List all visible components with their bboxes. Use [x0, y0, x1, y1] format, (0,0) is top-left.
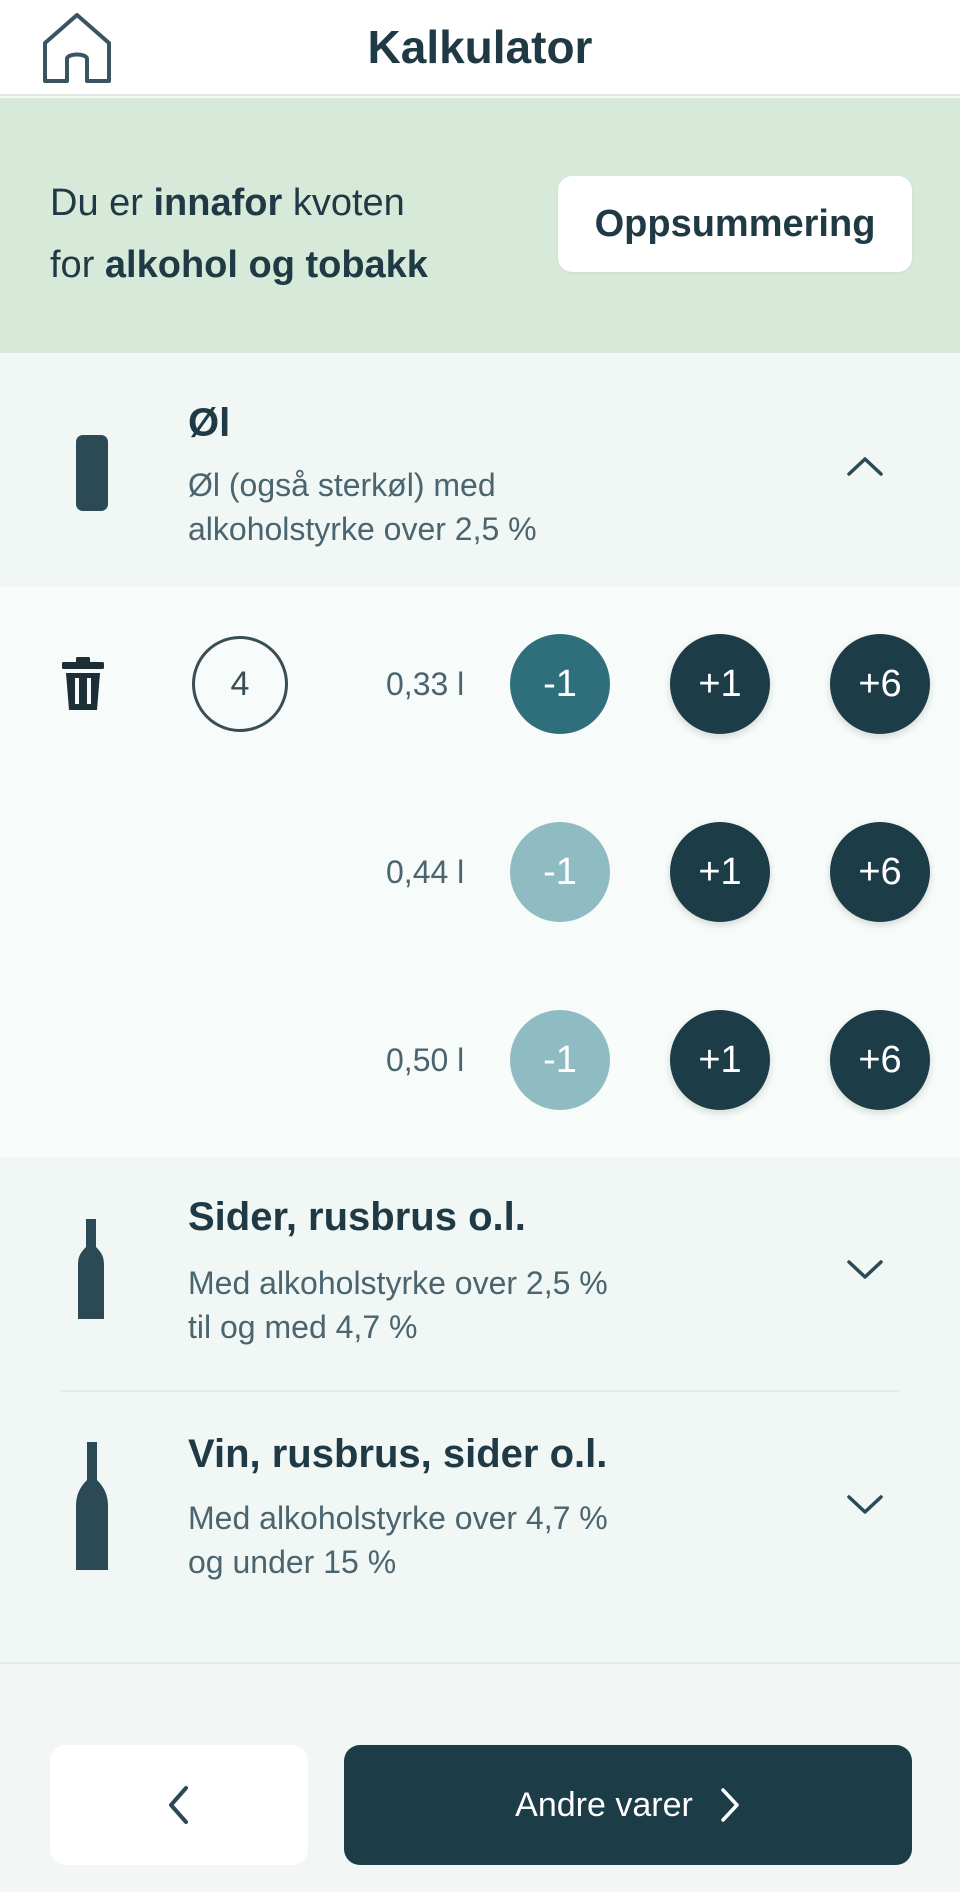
back-button[interactable] [50, 1745, 308, 1865]
plus-six-button[interactable]: +6 [830, 634, 930, 734]
other-goods-button[interactable]: Andre varer [344, 1745, 912, 1865]
category-wine[interactable]: Vin, rusbrus, sider o.l. Med alkoholstyr… [0, 1392, 960, 1662]
plus-six-button[interactable]: +6 [830, 1010, 930, 1110]
minus-one-button[interactable]: -1 [510, 822, 610, 922]
size-label: 0,44 l [386, 854, 465, 890]
chevron-left-icon [169, 1786, 188, 1824]
size-label: 0,33 l [386, 666, 465, 702]
chevron-down-icon[interactable] [840, 1480, 890, 1530]
quota-status-text: Du er innafor kvoten for alkohol og toba… [50, 182, 428, 286]
category-description: Øl (også sterkøl) med alkoholstyrke over… [188, 467, 537, 547]
quota-banner: Du er innafor kvoten for alkohol og toba… [0, 98, 960, 353]
chevron-right-icon [721, 1788, 739, 1822]
home-button[interactable] [36, 6, 118, 88]
quantity-counter: 4 [192, 636, 288, 732]
category-beer[interactable]: Øl Øl (også sterkøl) med alkoholstyrke o… [0, 353, 960, 587]
size-label: 0,50 l [386, 1042, 465, 1078]
chevron-down-icon[interactable] [840, 1245, 890, 1295]
category-description: Med alkoholstyrke over 2,5 % til og med … [188, 1265, 608, 1345]
summary-button[interactable]: Oppsummering [558, 176, 912, 272]
plus-one-button[interactable]: +1 [670, 634, 770, 734]
minus-one-button[interactable]: -1 [510, 1010, 610, 1110]
wine-bottle-icon [76, 1442, 108, 1570]
category-title: Sider, rusbrus o.l. [188, 1195, 526, 1239]
minus-one-button[interactable]: -1 [510, 634, 610, 734]
small-bottle-icon [78, 1219, 104, 1319]
category-title: Vin, rusbrus, sider o.l. [188, 1432, 608, 1476]
home-icon [43, 13, 111, 83]
chevron-up-icon[interactable] [840, 441, 890, 491]
plus-one-button[interactable]: +1 [670, 1010, 770, 1110]
plus-six-button[interactable]: +6 [830, 822, 930, 922]
category-cider[interactable]: Sider, rusbrus o.l. Med alkoholstyrke ov… [0, 1157, 960, 1391]
plus-one-button[interactable]: +1 [670, 822, 770, 922]
can-icon [76, 435, 108, 511]
category-description: Med alkoholstyrke over 4,7 % og under 15… [188, 1500, 608, 1580]
category-title: Øl [188, 401, 231, 445]
trash-icon[interactable] [60, 656, 106, 712]
other-goods-label: Andre varer [515, 1785, 693, 1824]
page-title: Kalkulator [367, 21, 593, 73]
top-bar: Kalkulator [0, 0, 960, 96]
